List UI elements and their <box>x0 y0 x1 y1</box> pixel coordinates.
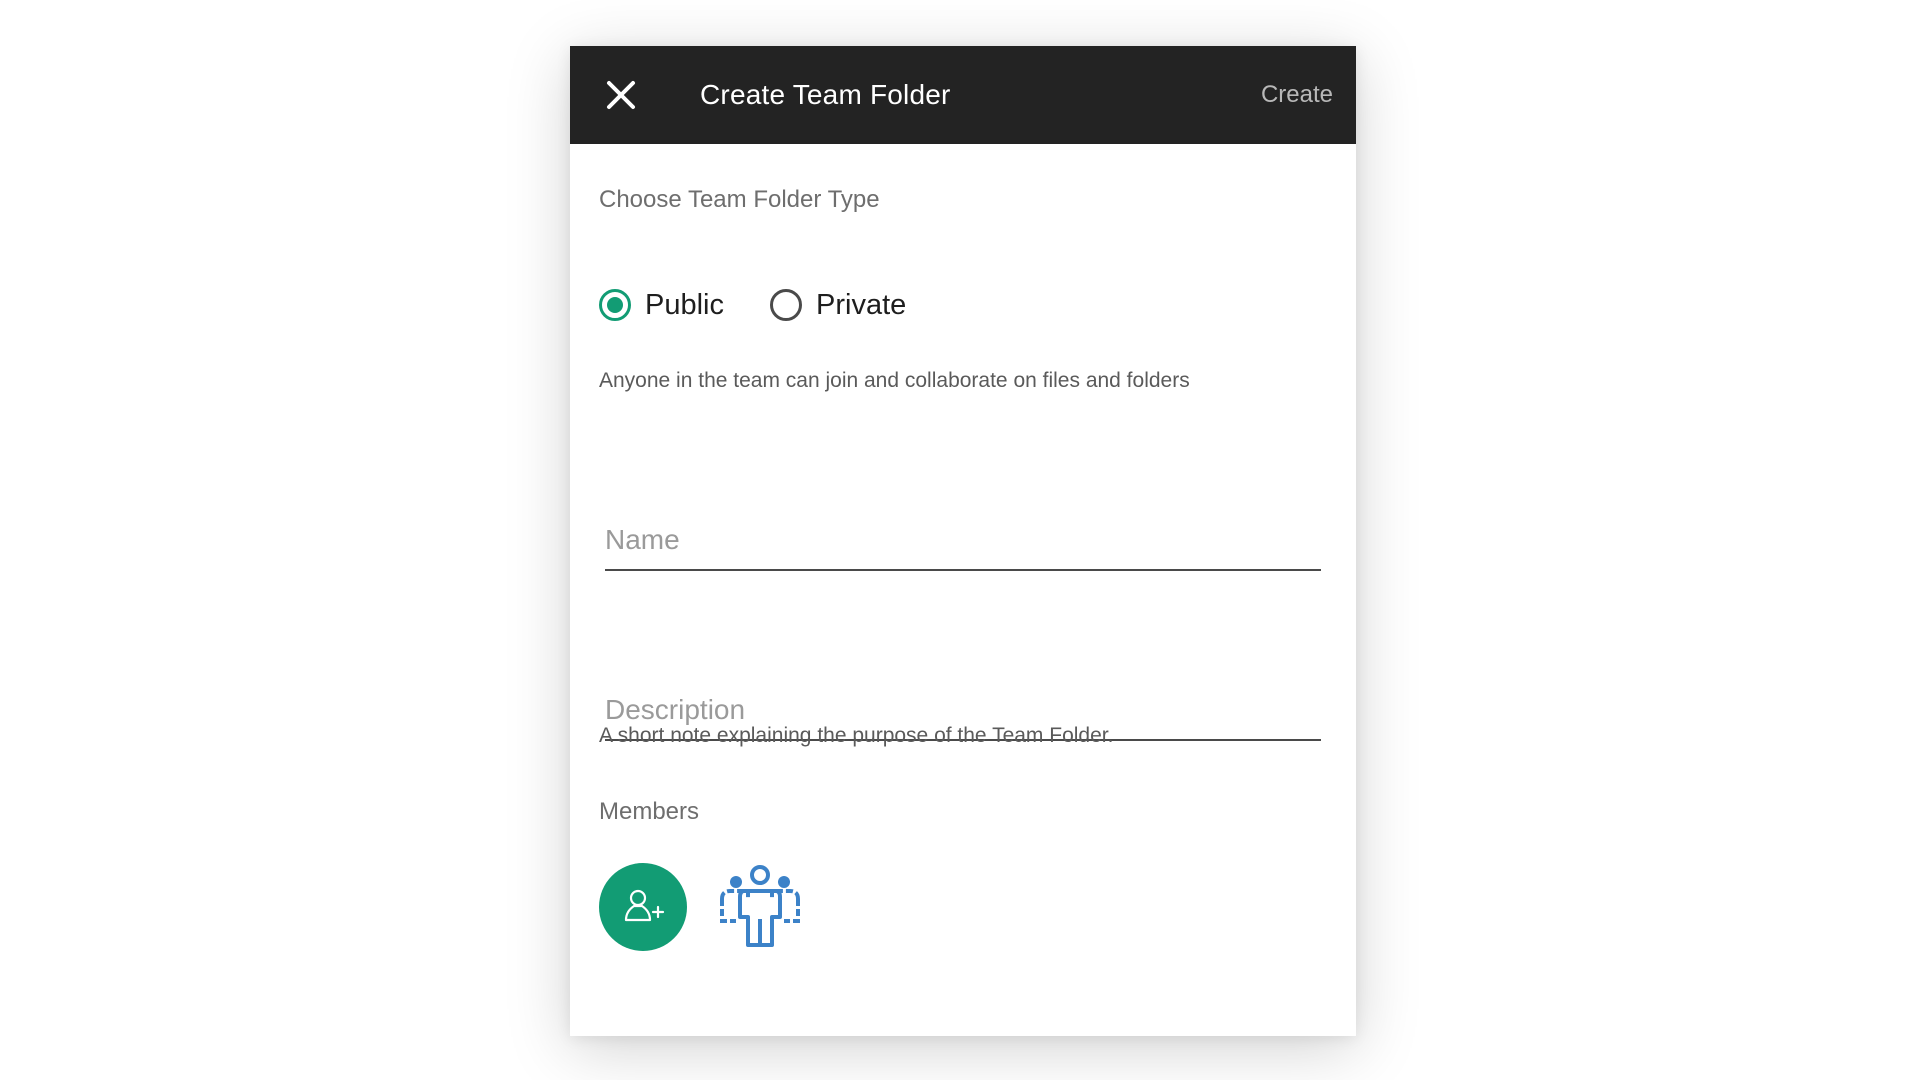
dialog-header: Create Team Folder Create <box>570 46 1356 144</box>
members-label: Members <box>599 798 700 825</box>
folder-type-description: Anyone in the team can join and collabor… <box>599 369 1190 392</box>
radio-button-public[interactable] <box>599 289 631 321</box>
folder-type-label: Choose Team Folder Type <box>599 186 880 213</box>
close-icon <box>607 81 635 109</box>
radio-dot <box>607 297 623 313</box>
add-user-icon <box>624 889 665 922</box>
create-button[interactable]: Create <box>1261 46 1333 144</box>
dialog-title: Create Team Folder <box>700 79 951 110</box>
radio-label-public: Public <box>645 288 724 321</box>
add-member-button[interactable] <box>599 863 687 951</box>
radio-option-public[interactable]: Public <box>599 289 724 322</box>
radio-option-private[interactable]: Private <box>770 289 906 322</box>
user-group-icon <box>720 865 800 947</box>
name-input[interactable] <box>605 515 1321 571</box>
description-helper-text: A short note explaining the purpose of t… <box>599 724 1114 747</box>
close-button[interactable] <box>596 70 646 120</box>
folder-type-radio-group: Public Private <box>599 284 952 326</box>
select-group-button[interactable] <box>712 859 808 955</box>
radio-label-private: Private <box>816 288 907 321</box>
create-team-folder-dialog: Create Team Folder Create Choose Team Fo… <box>570 46 1356 1036</box>
radio-button-private[interactable] <box>770 289 802 321</box>
